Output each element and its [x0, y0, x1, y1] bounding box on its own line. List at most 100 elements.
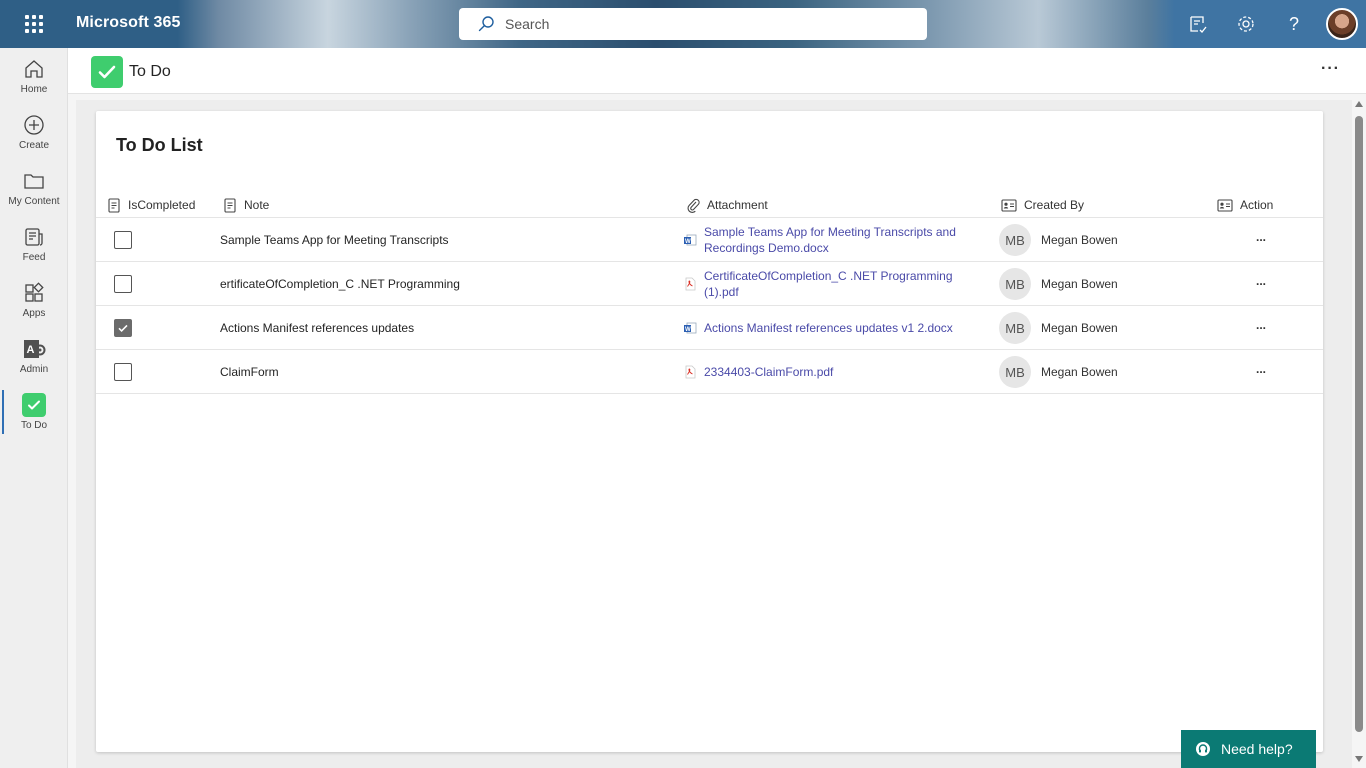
avatar: MB — [999, 356, 1031, 388]
rail-item-to-do[interactable]: To Do — [0, 384, 68, 440]
app-title: To Do — [129, 63, 171, 80]
row-more-button[interactable]: ... — [1256, 230, 1266, 244]
todo-app-logo — [91, 56, 123, 88]
app-bar: Home Create My Content Feed Apps A Admin — [0, 48, 68, 768]
scroll-down-arrow-icon[interactable] — [1355, 756, 1363, 762]
attachment-cell: CertificateOfCompletion_C .NET Programmi… — [684, 262, 960, 306]
completed-checkbox[interactable] — [114, 363, 132, 381]
profile-avatar — [1326, 8, 1358, 40]
column-header-attachment[interactable]: Attachment — [687, 194, 768, 216]
feed-icon — [22, 225, 46, 249]
rail-item-home[interactable]: Home — [0, 48, 68, 104]
created-by-name: Megan Bowen — [1041, 365, 1118, 379]
more-options-button[interactable]: ··· — [1321, 60, 1340, 78]
created-by-name: Megan Bowen — [1041, 321, 1118, 335]
table-divider — [96, 393, 1323, 394]
created-by-cell: MB Megan Bowen — [999, 268, 1118, 300]
rail-label: Admin — [19, 364, 49, 375]
rail-label: To Do — [20, 420, 48, 431]
attachment-cell: W Sample Teams App for Meeting Transcrip… — [684, 218, 960, 262]
svg-text:A: A — [27, 344, 35, 356]
table-row[interactable]: Actions Manifest references updates W Ac… — [96, 305, 1323, 349]
table-row[interactable]: Sample Teams App for Meeting Transcripts… — [96, 217, 1323, 261]
attachment-cell: 2334403-ClaimForm.pdf — [684, 350, 960, 394]
settings-icon — [1236, 14, 1256, 34]
brand-title[interactable]: Microsoft 365 — [76, 14, 180, 32]
column-header-label: Note — [244, 198, 270, 212]
rail-label: Feed — [22, 252, 46, 263]
settings-button[interactable] — [1222, 0, 1270, 48]
rail-item-apps[interactable]: Apps — [0, 272, 68, 328]
folder-icon — [22, 169, 46, 193]
search-box[interactable] — [459, 8, 927, 40]
column-header-label: Created By — [1024, 198, 1085, 212]
pdf-file-icon — [684, 365, 697, 379]
completed-checkbox[interactable] — [114, 231, 132, 249]
app-launcher-button[interactable] — [0, 0, 67, 48]
page-scrollbar[interactable] — [1352, 96, 1366, 768]
column-header-iscompleted[interactable]: IsCompleted — [108, 194, 195, 216]
column-header-label: Action — [1240, 198, 1274, 212]
column-header-label: IsCompleted — [128, 198, 196, 212]
rail-item-my-content[interactable]: My Content — [0, 160, 68, 216]
create-plus-icon — [22, 113, 46, 137]
rail-label: My Content — [8, 196, 60, 207]
help-button[interactable]: ? — [1270, 0, 1318, 48]
created-by-name: Megan Bowen — [1041, 277, 1118, 291]
completed-checkbox[interactable] — [114, 319, 132, 337]
need-help-button[interactable]: Need help? — [1181, 730, 1316, 768]
headset-icon — [1195, 741, 1211, 757]
contact-card-icon — [1217, 198, 1233, 212]
attachment-link[interactable]: CertificateOfCompletion_C .NET Programmi… — [704, 268, 960, 300]
row-more-button[interactable]: ... — [1256, 318, 1266, 332]
row-more-button[interactable]: ... — [1256, 362, 1266, 376]
help-icon: ? — [1288, 13, 1299, 34]
apps-icon — [22, 281, 46, 305]
contact-card-icon — [1001, 198, 1017, 212]
row-more-button[interactable]: ... — [1256, 274, 1266, 288]
feedback-icon — [1188, 14, 1208, 34]
column-header-created-by[interactable]: Created By — [1001, 194, 1084, 216]
table-row[interactable]: ertificateOfCompletion_C .NET Programmin… — [96, 261, 1323, 305]
feedback-button[interactable] — [1174, 0, 1222, 48]
note-text: ertificateOfCompletion_C .NET Programmin… — [220, 277, 460, 291]
column-header-note[interactable]: Note — [224, 194, 269, 216]
checkmark-icon — [118, 324, 128, 333]
need-help-label: Need help? — [1221, 741, 1293, 757]
completed-checkbox[interactable] — [114, 275, 132, 293]
header-actions: ? — [1174, 0, 1366, 48]
page-title: To Do List — [116, 135, 203, 155]
avatar: MB — [999, 312, 1031, 344]
scrollbar-thumb[interactable] — [1355, 116, 1363, 732]
column-header-label: Attachment — [707, 198, 768, 212]
rail-item-create[interactable]: Create — [0, 104, 68, 160]
created-by-cell: MB Megan Bowen — [999, 224, 1118, 256]
search-icon — [477, 15, 495, 33]
scroll-up-arrow-icon[interactable] — [1355, 101, 1363, 107]
paperclip-icon — [687, 198, 700, 213]
note-text: ClaimForm — [220, 365, 279, 379]
search-input[interactable] — [505, 16, 905, 32]
app-header: To Do ··· — [68, 48, 1366, 94]
profile-button[interactable] — [1318, 0, 1366, 48]
attachment-link[interactable]: Actions Manifest references updates v1 2… — [704, 320, 960, 336]
attachment-link[interactable]: 2334403-ClaimForm.pdf — [704, 364, 960, 380]
created-by-name: Megan Bowen — [1041, 233, 1118, 247]
attachment-cell: W Actions Manifest references updates v1… — [684, 306, 960, 350]
rail-item-feed[interactable]: Feed — [0, 216, 68, 272]
column-header-action[interactable]: Action — [1217, 194, 1273, 216]
attachment-link[interactable]: Sample Teams App for Meeting Transcripts… — [704, 224, 960, 256]
todo-icon — [22, 393, 46, 417]
rail-label: Create — [18, 140, 49, 151]
avatar: MB — [999, 268, 1031, 300]
home-icon — [22, 57, 46, 81]
pdf-file-icon — [684, 277, 697, 291]
svg-text:W: W — [685, 327, 691, 333]
text-column-icon — [108, 197, 121, 213]
svg-text:W: W — [685, 239, 691, 245]
todo-list-card: To Do List IsCompleted Note Attachment C… — [96, 111, 1323, 752]
suite-header: Microsoft 365 ? — [0, 0, 1366, 48]
rail-item-admin[interactable]: A Admin — [0, 328, 68, 384]
table-row[interactable]: ClaimForm 2334403-ClaimForm.pdf MB Megan… — [96, 349, 1323, 393]
avatar: MB — [999, 224, 1031, 256]
